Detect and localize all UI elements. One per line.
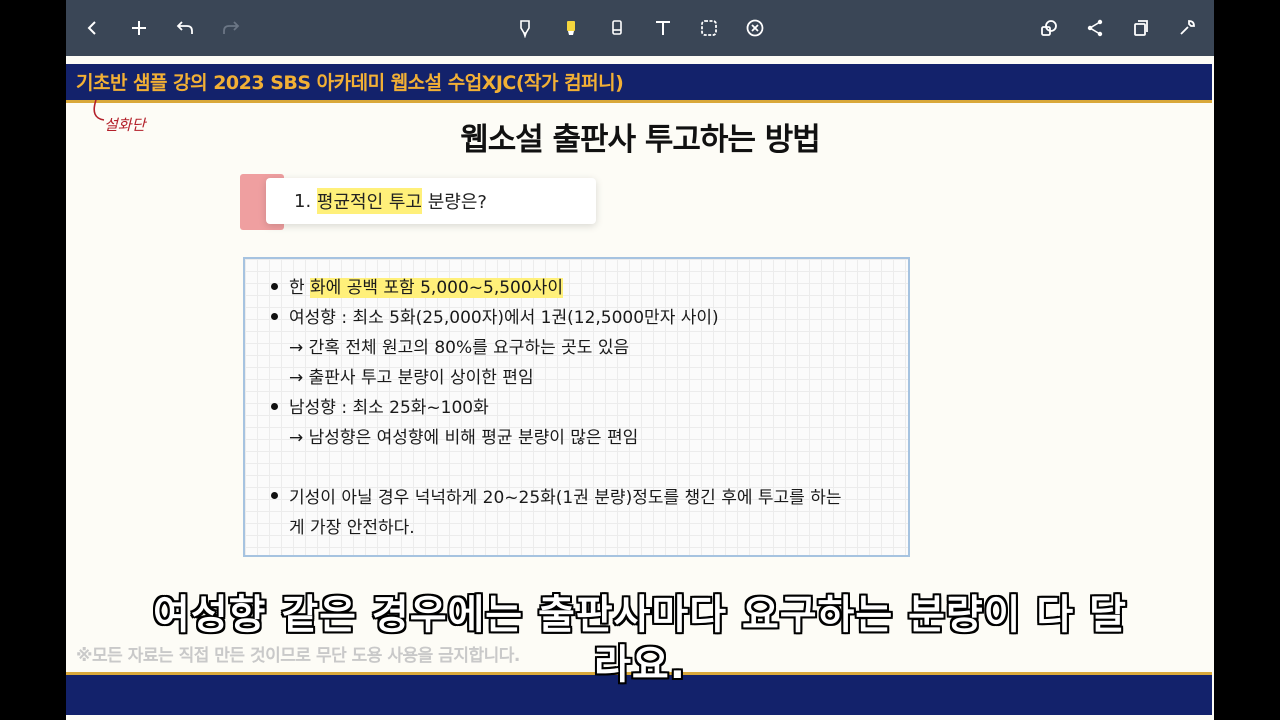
text-icon — [656, 21, 670, 35]
content-box: 한 화에 공백 포함 5,000~5,500사이 여성향 : 최소 5화(25,… — [243, 257, 910, 557]
content-line-3: → 간혹 전체 원고의 80%를 요구하는 곳도 있음 — [289, 338, 630, 358]
highlighter-tool-button[interactable] — [554, 10, 588, 46]
shape-icon — [701, 20, 717, 36]
slide-title: 웹소설 출판사 투고하는 방법 — [460, 122, 821, 158]
content-line-1-highlight: 화에 공백 포함 5,000~5,500사이 — [310, 278, 563, 298]
content-line-4: → 출판사 투고 분량이 상이한 편임 — [289, 368, 534, 388]
pen-tool-button[interactable] — [508, 10, 542, 46]
bullet-icon — [271, 492, 278, 499]
content-line-6: → 남성향은 여성향에 비해 평균 분량이 많은 편임 — [289, 428, 639, 448]
redo-button[interactable] — [214, 10, 248, 46]
undo-button[interactable] — [168, 10, 202, 46]
question-suffix: 분량은? — [422, 192, 487, 213]
add-icon — [132, 21, 146, 35]
close-tool-button[interactable] — [738, 10, 772, 46]
content-line-2: 여성향 : 최소 5화(25,000자)에서 1권(12,5000만자 사이) — [289, 308, 719, 328]
content-line-7: 기성이 아닐 경우 넉넉하게 20~25화(1권 분량)정도를 챙긴 후에 투고… — [289, 488, 842, 508]
shape-tool-button[interactable] — [692, 10, 726, 46]
pages-icon — [1134, 20, 1148, 36]
question-prefix: 1. — [294, 190, 317, 212]
add-page-button[interactable] — [122, 10, 156, 46]
content-line-1: 한 화에 공백 포함 5,000~5,500사이 — [289, 273, 563, 298]
question-highlight: 평균적인 투고 — [316, 188, 422, 214]
content-line-5: 남성향 : 최소 25화~100화 — [289, 398, 489, 418]
close-circle-icon — [746, 19, 764, 37]
pages-button[interactable] — [1124, 10, 1158, 46]
lasso-button[interactable] — [1032, 10, 1066, 46]
eraser-tool-button[interactable] — [600, 10, 634, 46]
back-button[interactable] — [76, 10, 110, 46]
back-icon — [87, 21, 96, 35]
bullet-icon — [271, 403, 278, 410]
undo-icon — [176, 21, 193, 34]
lasso-icon — [1041, 20, 1057, 36]
share-button[interactable] — [1078, 10, 1112, 46]
text-tool-button[interactable] — [646, 10, 680, 46]
pen-icon — [520, 20, 530, 38]
subtitle-line-1: 여성향 같은 경우에는 출판사마다 요구하는 분량이 다 달 — [153, 592, 1127, 638]
bullet-icon — [271, 313, 278, 320]
top-toolbar — [66, 0, 1214, 56]
slide-header-title: 기초반 샘플 강의 2023 SBS 아카데미 웹소설 수업XJC(작가 컴퍼니… — [76, 72, 624, 94]
share-icon — [1087, 19, 1103, 37]
settings-button[interactable] — [1170, 10, 1204, 46]
question-card: 1. 평균적인 투고 분량은? — [266, 178, 596, 224]
content-line-8: 게 가장 안전하다. — [289, 518, 415, 538]
subtitle-line-2: 라요. — [594, 642, 686, 688]
settings-icon — [1180, 20, 1195, 35]
content-line-1-prefix: 한 — [289, 278, 311, 298]
eraser-icon — [612, 20, 622, 35]
highlighter-icon — [567, 21, 575, 35]
redo-icon — [223, 21, 240, 34]
bullet-icon — [271, 283, 278, 290]
